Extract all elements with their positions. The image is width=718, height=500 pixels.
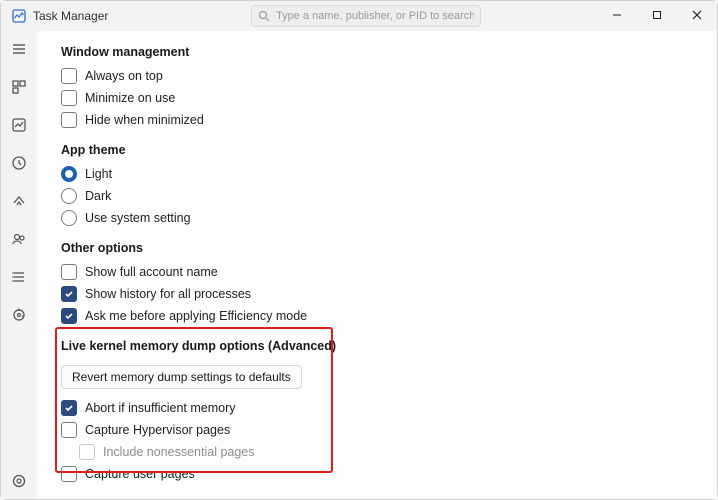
option-label: Capture Hypervisor pages [85, 423, 230, 437]
section-other-title: Other options [61, 241, 717, 255]
option-full-account[interactable]: Show full account name [61, 261, 717, 283]
app-icon [11, 8, 27, 24]
checkbox-icon[interactable] [61, 308, 77, 324]
option-label: Show history for all processes [85, 287, 251, 301]
option-theme-dark[interactable]: Dark [61, 185, 717, 207]
option-nonessential: Include nonessential pages [79, 441, 717, 463]
option-label: Minimize on use [85, 91, 175, 105]
users-icon[interactable] [9, 229, 29, 249]
search-input[interactable] [276, 10, 474, 22]
option-theme-light[interactable]: Light [61, 163, 717, 185]
option-hypervisor[interactable]: Capture Hypervisor pages [61, 419, 717, 441]
option-label: Always on top [85, 69, 163, 83]
settings-icon[interactable] [9, 471, 29, 491]
checkbox-icon[interactable] [61, 90, 77, 106]
content-area: Window management Always on top Minimize… [37, 31, 717, 499]
option-always-on-top[interactable]: Always on top [61, 65, 717, 87]
sidebar [1, 31, 37, 499]
radio-icon[interactable] [61, 188, 77, 204]
details-icon[interactable] [9, 267, 29, 287]
option-label: Abort if insufficient memory [85, 401, 236, 415]
radio-icon[interactable] [61, 210, 77, 226]
revert-button[interactable]: Revert memory dump settings to defaults [61, 365, 302, 389]
checkbox-icon[interactable] [61, 264, 77, 280]
checkbox-icon[interactable] [61, 466, 77, 482]
hamburger-icon[interactable] [9, 39, 29, 59]
option-label: Use system setting [85, 211, 191, 225]
option-history-all[interactable]: Show history for all processes [61, 283, 717, 305]
window-controls [597, 1, 717, 29]
processes-icon[interactable] [9, 77, 29, 97]
radio-icon[interactable] [61, 166, 77, 182]
checkbox-icon [79, 444, 95, 460]
option-theme-system[interactable]: Use system setting [61, 207, 717, 229]
body: Window management Always on top Minimize… [1, 31, 717, 499]
checkbox-icon[interactable] [61, 286, 77, 302]
option-label: Ask me before applying Efficiency mode [85, 309, 307, 323]
option-hide-when-minimized[interactable]: Hide when minimized [61, 109, 717, 131]
titlebar: Task Manager [1, 1, 717, 31]
section-window-mgmt-title: Window management [61, 45, 717, 59]
option-label: Hide when minimized [85, 113, 204, 127]
services-icon[interactable] [9, 305, 29, 325]
option-abort-insufficient[interactable]: Abort if insufficient memory [61, 397, 717, 419]
performance-icon[interactable] [9, 115, 29, 135]
search-icon [258, 10, 270, 22]
app-title: Task Manager [33, 9, 108, 23]
section-dump-title: Live kernel memory dump options (Advance… [61, 339, 717, 353]
option-ask-efficiency[interactable]: Ask me before applying Efficiency mode [61, 305, 717, 327]
option-label: Light [85, 167, 112, 181]
startup-icon[interactable] [9, 191, 29, 211]
close-button[interactable] [677, 1, 717, 29]
option-user-pages[interactable]: Capture user pages [61, 463, 717, 485]
maximize-button[interactable] [637, 1, 677, 29]
checkbox-icon[interactable] [61, 68, 77, 84]
search-box[interactable] [251, 5, 481, 27]
option-minimize-on-use[interactable]: Minimize on use [61, 87, 717, 109]
option-label: Dark [85, 189, 111, 203]
checkbox-icon[interactable] [61, 400, 77, 416]
app-window: Task Manager Window managem [0, 0, 718, 500]
history-icon[interactable] [9, 153, 29, 173]
option-label: Include nonessential pages [103, 445, 255, 459]
section-theme-title: App theme [61, 143, 717, 157]
checkbox-icon[interactable] [61, 422, 77, 438]
minimize-button[interactable] [597, 1, 637, 29]
checkbox-icon[interactable] [61, 112, 77, 128]
option-label: Capture user pages [85, 467, 195, 481]
option-label: Show full account name [85, 265, 218, 279]
